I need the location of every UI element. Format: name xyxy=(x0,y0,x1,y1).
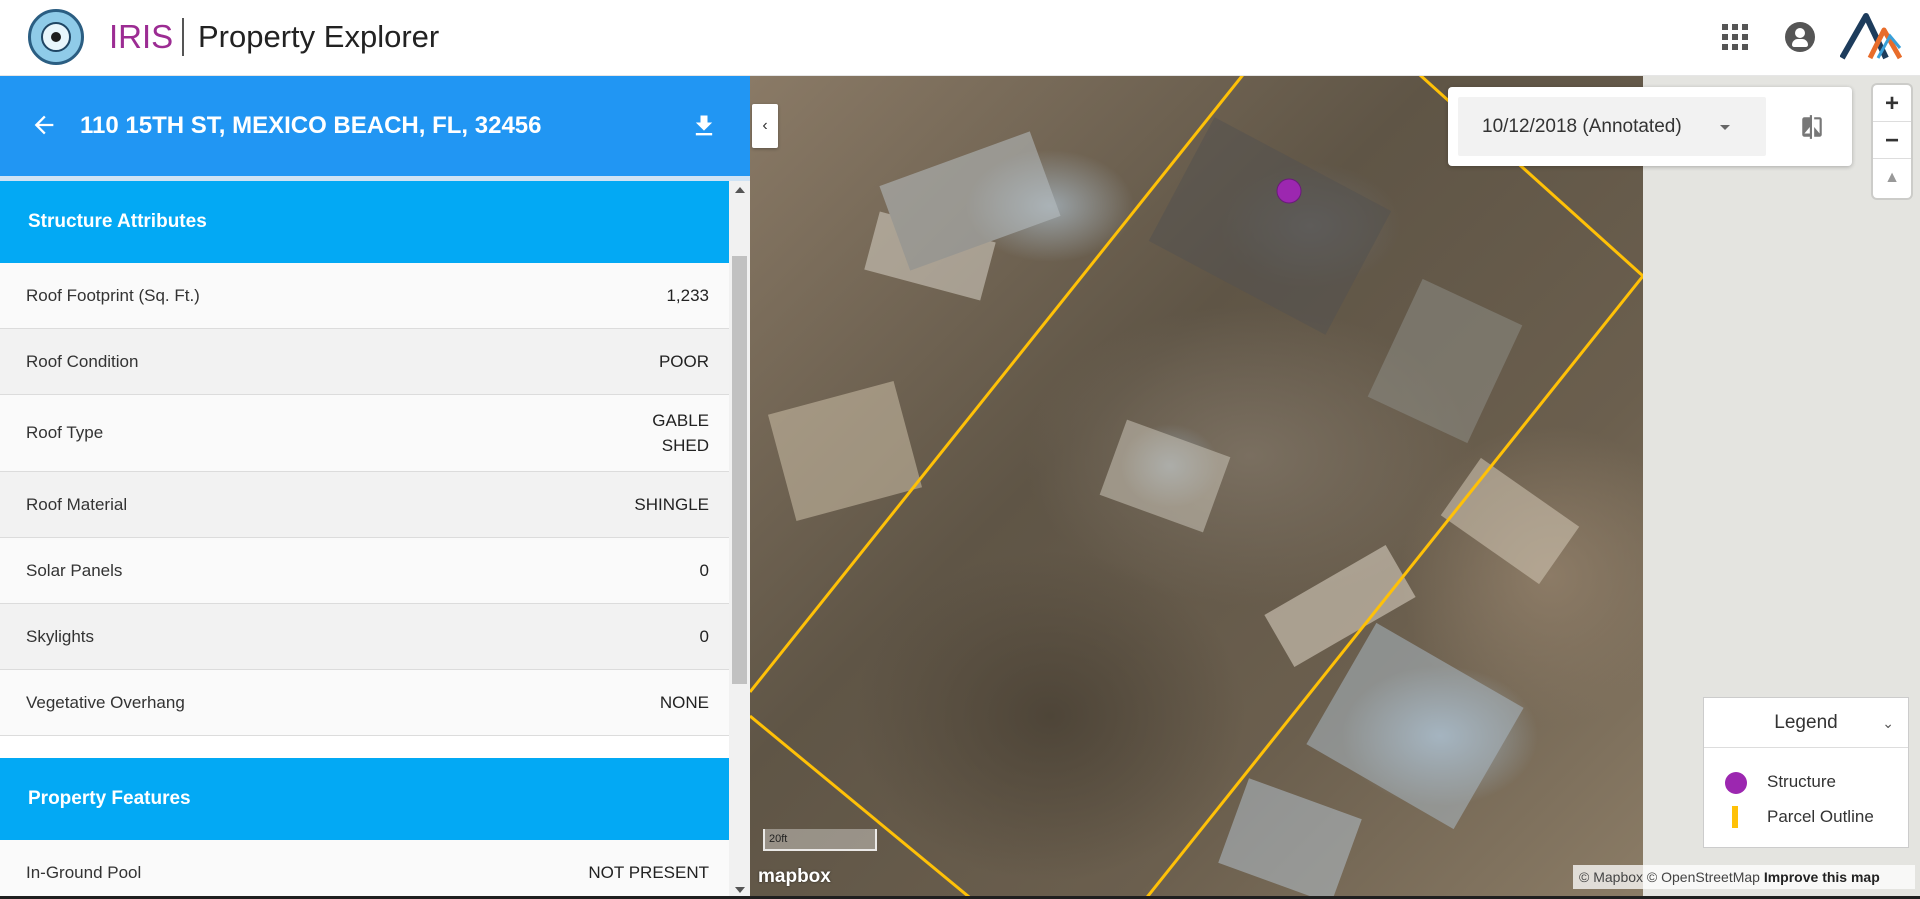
attribute-row-roof-type: Roof Type GABLE SHED xyxy=(0,395,729,472)
map-attribution: © Mapbox © OpenStreetMap Improve this ma… xyxy=(1573,865,1915,889)
structure-attributes-rows: Roof Footprint (Sq. Ft.) 1,233 Roof Cond… xyxy=(0,263,729,736)
legend-item-label: Structure xyxy=(1767,772,1836,791)
attribute-label: In-Ground Pool xyxy=(26,862,142,882)
zoom-in-button[interactable]: + xyxy=(1873,85,1911,122)
legend-title: Legend xyxy=(1774,712,1838,733)
attribute-value: 0 xyxy=(699,627,709,646)
zoom-controls: + − ▲ xyxy=(1873,85,1911,198)
attribute-label: Roof Type xyxy=(26,423,104,442)
structure-marker xyxy=(1276,178,1302,204)
map-legend: Legend ⌄ Structure Parcel Outline xyxy=(1703,697,1909,848)
attribute-value: 0 xyxy=(699,561,709,580)
aerial-imagery[interactable] xyxy=(750,76,1645,899)
compare-icon[interactable] xyxy=(1798,114,1826,140)
legend-header[interactable]: Legend ⌄ xyxy=(1704,698,1908,748)
chevron-down-icon xyxy=(1720,125,1730,130)
mapbox-logo-text: mapbox xyxy=(758,866,831,887)
legend-item-parcel-outline: Parcel Outline xyxy=(1704,799,1908,834)
attribute-label: Roof Material xyxy=(26,494,128,514)
structure-swatch-icon xyxy=(1725,772,1747,794)
panel-scrollbar[interactable] xyxy=(729,181,750,899)
improve-map-link[interactable]: Improve this map xyxy=(1764,869,1880,885)
section-header-structure-attributes: Structure Attributes xyxy=(0,181,729,263)
parcel-outline-swatch-icon xyxy=(1732,806,1738,828)
arrow-left-icon[interactable] xyxy=(30,111,58,139)
download-icon[interactable] xyxy=(690,112,718,140)
attribute-label: Roof Condition xyxy=(26,351,139,371)
property-address: 110 15TH ST, MEXICO BEACH, FL, 32456 xyxy=(80,112,542,139)
iris-logo-icon[interactable] xyxy=(28,9,84,65)
attribute-label: Vegetative Overhang xyxy=(26,692,185,712)
attribute-row-skylights: Skylights 0 xyxy=(0,604,729,670)
section-header-property-features: Property Features xyxy=(0,758,729,840)
map-overlay xyxy=(750,76,1645,899)
legend-item-label: Parcel Outline xyxy=(1767,807,1874,826)
attribute-value: POOR xyxy=(658,352,709,371)
attribute-label: Skylights xyxy=(26,626,95,646)
map-scale-bar: 20ft xyxy=(763,829,877,851)
scroll-down-arrow-icon[interactable] xyxy=(735,887,745,893)
chevron-down-icon[interactable]: ⌄ xyxy=(1882,698,1894,748)
scroll-up-arrow-icon[interactable] xyxy=(735,187,745,193)
collapse-panel-button[interactable]: ‹ xyxy=(752,104,778,148)
property-features-rows: In-Ground Pool NOT PRESENT xyxy=(0,840,729,899)
attribute-value-line: GABLE xyxy=(652,411,709,430)
zoom-out-button[interactable]: − xyxy=(1873,122,1911,159)
attributes-list[interactable]: Structure Attributes Roof Footprint (Sq.… xyxy=(0,181,729,899)
attribute-row-in-ground-pool: In-Ground Pool NOT PRESENT xyxy=(0,840,729,899)
imagery-date-value: 10/12/2018 (Annotated) xyxy=(1482,116,1682,137)
attribute-row-vegetative-overhang: Vegetative Overhang NONE xyxy=(0,670,729,736)
address-header: 110 15TH ST, MEXICO BEACH, FL, 32456 xyxy=(0,76,750,176)
account-circle-icon[interactable] xyxy=(1785,22,1815,52)
map-view[interactable]: ‹ 10/12/2018 (Annotated) + − ▲ Legend ⌄ … xyxy=(750,76,1920,899)
attribute-label: Solar Panels xyxy=(26,560,123,580)
scroll-thumb[interactable] xyxy=(732,256,747,684)
mapbox-logo-icon[interactable]: mapbox xyxy=(758,866,831,888)
legend-item-structure: Structure xyxy=(1704,764,1908,799)
attribute-label: Roof Footprint (Sq. Ft.) xyxy=(26,285,200,305)
compass-reset-button[interactable]: ▲ xyxy=(1873,159,1911,196)
attribute-row-roof-condition: Roof Condition POOR xyxy=(0,329,729,395)
property-details-panel: 110 15TH ST, MEXICO BEACH, FL, 32456 Str… xyxy=(0,76,750,899)
imagery-date-select[interactable]: 10/12/2018 (Annotated) xyxy=(1458,97,1766,156)
attribute-row-roof-footprint: Roof Footprint (Sq. Ft.) 1,233 xyxy=(0,263,729,329)
attribute-value: SHINGLE xyxy=(634,495,709,514)
attribute-row-roof-material: Roof Material SHINGLE xyxy=(0,472,729,538)
app-title: Property Explorer xyxy=(198,19,440,54)
attribute-value: NOT PRESENT xyxy=(588,863,709,882)
apps-grid-icon[interactable] xyxy=(1720,22,1750,52)
attribute-value: GABLE SHED xyxy=(652,408,709,458)
company-logo-icon xyxy=(1840,13,1902,60)
attribution-text[interactable]: © Mapbox © OpenStreetMap xyxy=(1579,869,1760,885)
attribute-value: 1,233 xyxy=(666,286,709,305)
attribute-value: NONE xyxy=(659,693,709,712)
top-app-bar: IRIS Property Explorer xyxy=(0,0,1920,76)
brand-name: IRIS xyxy=(109,18,174,55)
attribute-row-solar-panels: Solar Panels 0 xyxy=(0,538,729,604)
attribute-value-line: SHED xyxy=(661,436,709,455)
brand-divider xyxy=(182,18,184,56)
imagery-date-card: 10/12/2018 (Annotated) xyxy=(1448,87,1852,166)
